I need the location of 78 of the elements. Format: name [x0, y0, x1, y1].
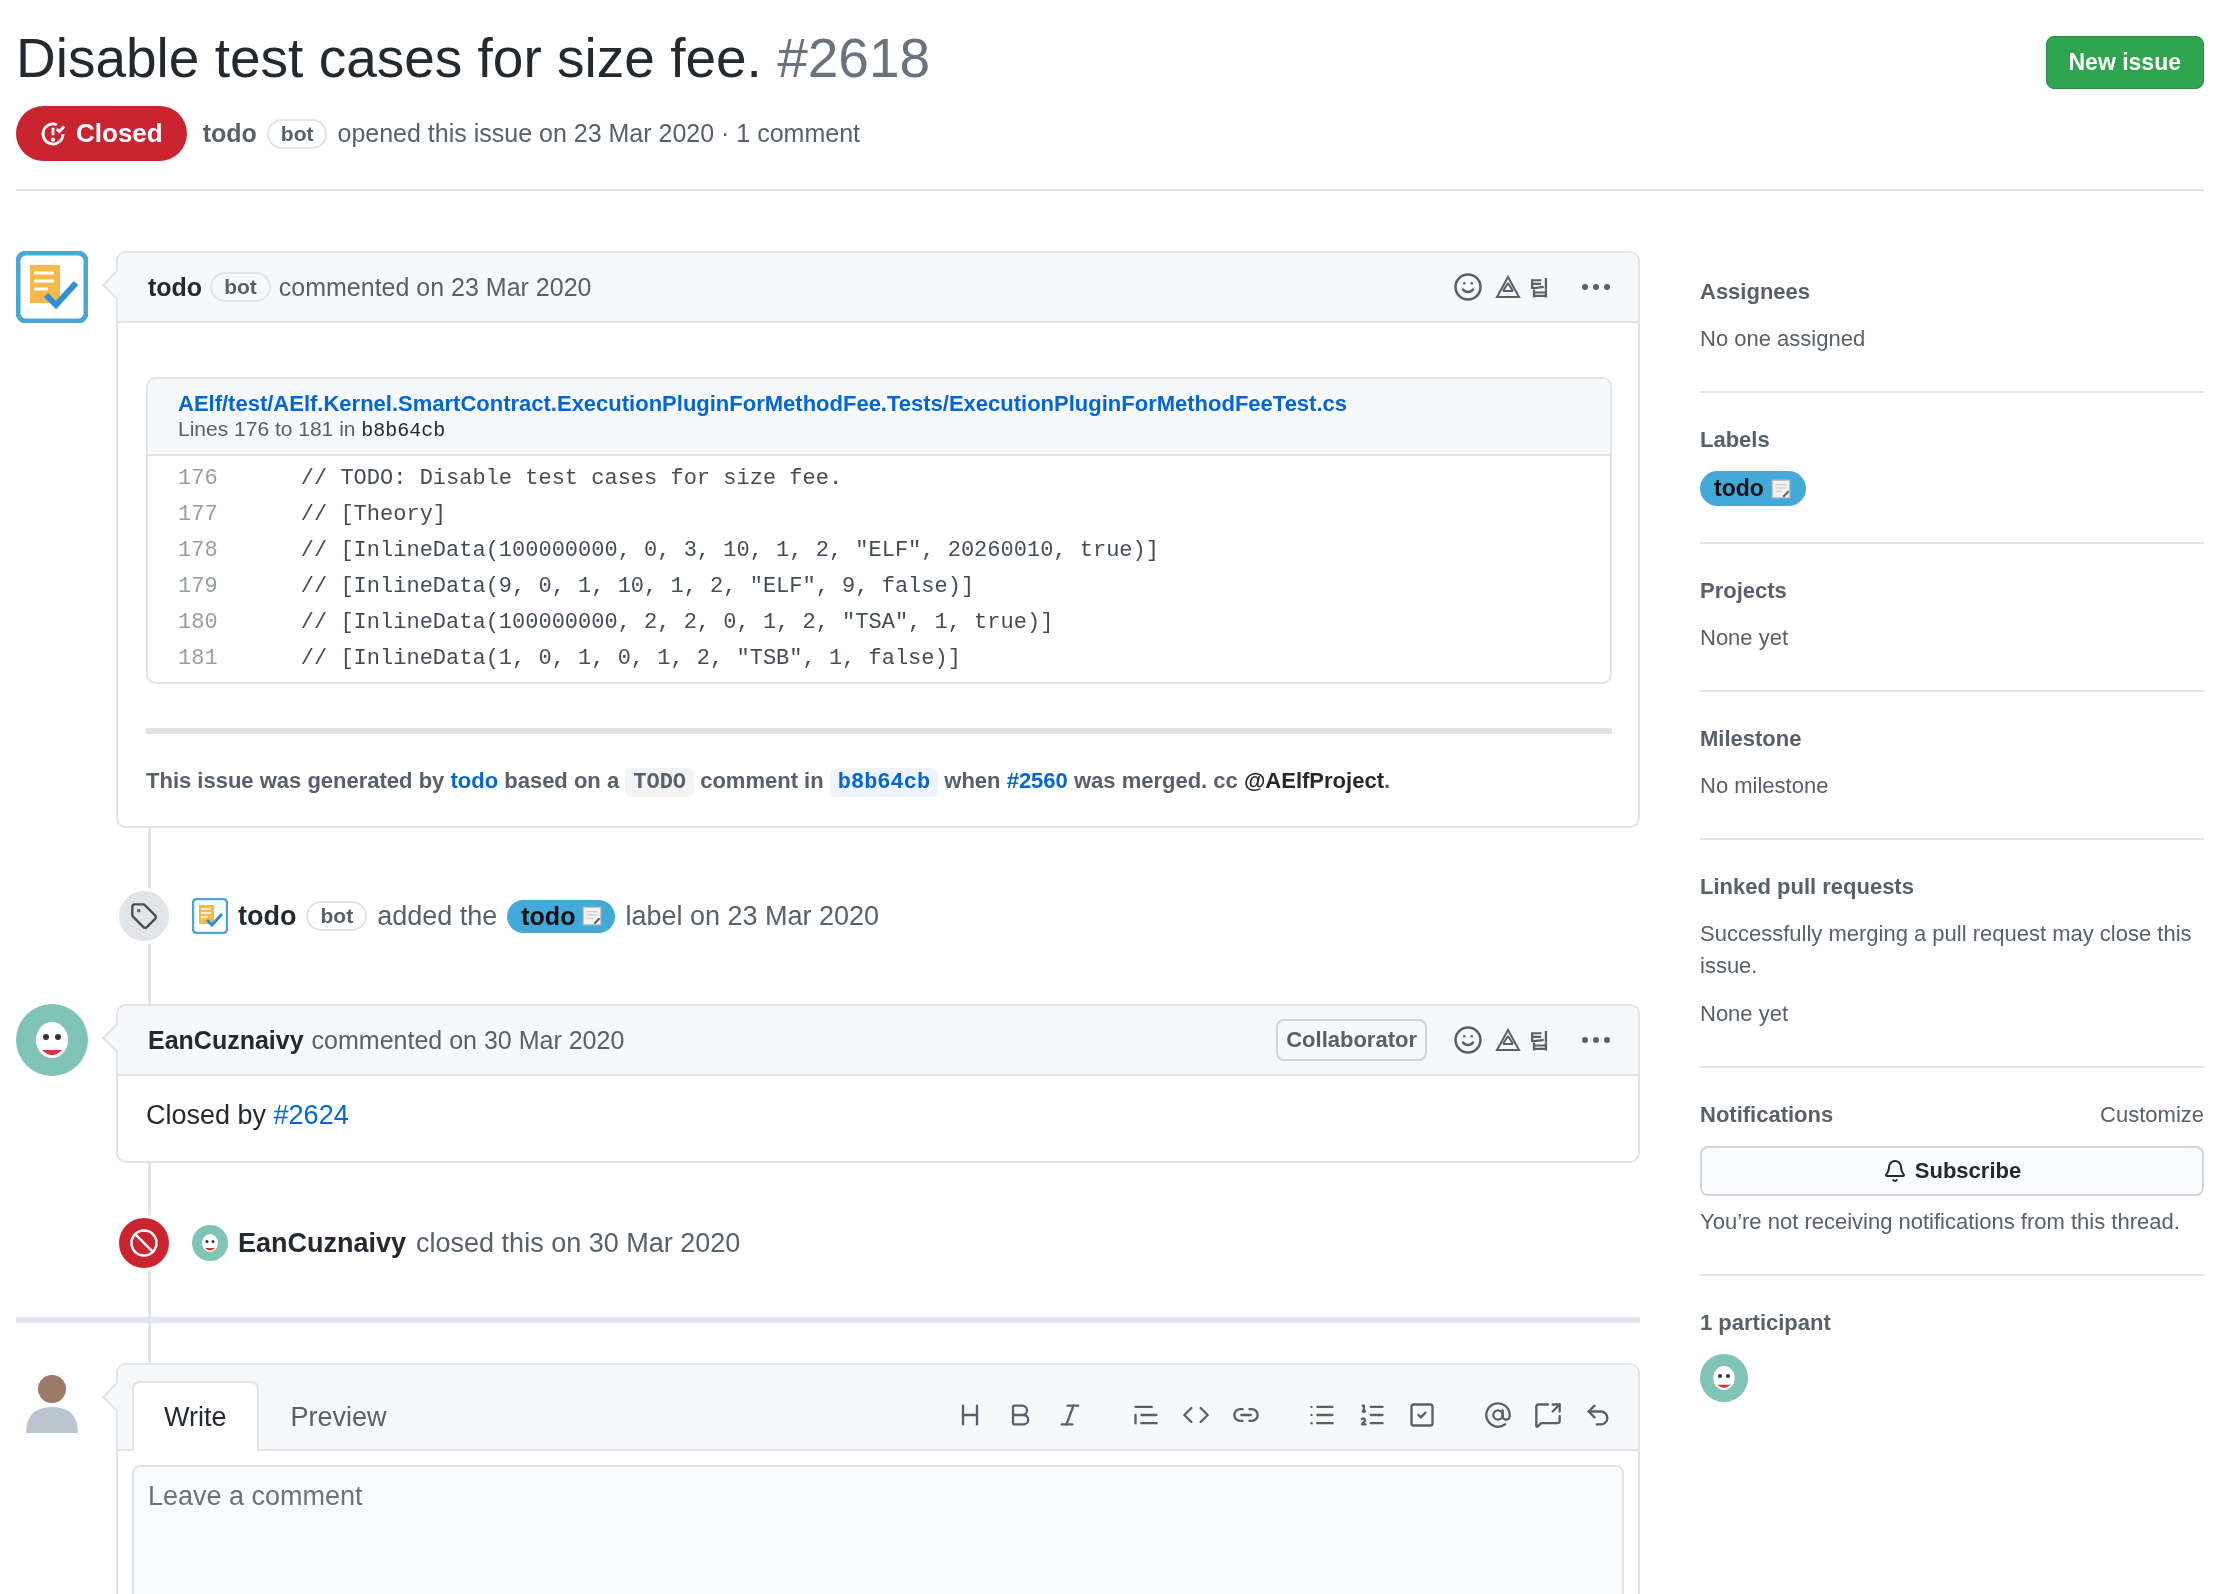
author-link[interactable]: todo — [148, 272, 203, 302]
tag-icon — [130, 902, 158, 930]
section-note: You’re not receiving notifications from this thread. — [1700, 1208, 2181, 1236]
line-number: 177 — [177, 501, 219, 527]
code-line: // [InlineData(9, 0, 1, 10, 1, 2, "ELF", 9, false)] — [299, 573, 975, 599]
mention-icon — [1484, 1401, 1512, 1429]
comment-text: Closed by #2624 — [146, 1100, 350, 1131]
section-heading: Linked pull requests — [1700, 874, 1914, 900]
event-text: closed this on 30 Mar 2020 — [416, 1227, 741, 1259]
triangle-icon — [1495, 275, 1521, 299]
collaborator-badge: Collaborator — [1276, 1019, 1427, 1061]
issue-meta: opened this issue on 23 Mar 2020 · 1 comment — [337, 119, 860, 148]
section-value: No one assigned — [1700, 325, 1867, 353]
author-link[interactable]: EanCuznaivy — [148, 1025, 304, 1055]
section-value: None yet — [1700, 1000, 1790, 1028]
line-number: 181 — [177, 645, 219, 671]
memo-icon — [581, 905, 604, 927]
customize-link[interactable]: Customize — [2100, 1102, 2204, 1128]
cartoon-avatar — [192, 1225, 228, 1261]
bot-badge: bot — [210, 272, 271, 302]
code-line: // [Theory] — [299, 501, 447, 527]
actor-link[interactable]: EanCuznaivy — [238, 1227, 407, 1259]
memo-icon — [1769, 477, 1792, 500]
bot-badge: bot — [266, 118, 328, 149]
editor-tab[interactable]: Preview — [258, 1381, 419, 1451]
todo-label[interactable]: todo — [507, 899, 616, 933]
code-line: // [InlineData(100000000, 0, 3, 10, 1, 2, "ELF", 20260010, true)] — [299, 537, 1159, 563]
section-value: No milestone — [1700, 772, 1830, 800]
bot-avatar — [192, 898, 228, 934]
code-line: // [InlineData(100000000, 2, 2, 0, 1, 2, "TSA", 1, true)] — [299, 609, 1054, 635]
comment-date: commented on 23 Mar 2020 — [278, 272, 592, 302]
section-value: None yet — [1700, 624, 1790, 652]
link[interactable]: todo — [450, 768, 499, 793]
more-icon — [1582, 284, 1610, 290]
section-heading: Notifications — [1700, 1102, 1834, 1128]
todo-label[interactable]: todo — [1700, 471, 1806, 506]
section-heading: Milestone — [1700, 726, 1802, 752]
mention-link[interactable]: @AElfProject — [1243, 768, 1384, 793]
link[interactable]: #2624 — [273, 1100, 349, 1130]
issue-title: Disable test cases for size fee. #2618 — [16, 26, 931, 91]
section-heading: 1 participant — [1700, 1310, 1831, 1336]
bot-avatar — [16, 251, 88, 323]
cross-reference-icon — [1534, 1401, 1562, 1429]
subscribe-button[interactable]: Subscribe — [1700, 1146, 2204, 1196]
ban-icon — [129, 1228, 159, 1258]
tip-label: 팁 — [1529, 1027, 1550, 1053]
tip-label: 팁 — [1529, 274, 1550, 300]
event-text: label on 23 Mar 2020 — [625, 900, 880, 932]
code-line: // TODO: Disable test cases for size fee. — [299, 465, 843, 491]
generated-note: This issue was generated by todo based on a TODO comment in b8b64cb when #2560 was merged. cc @AElfProject. — [146, 767, 1392, 799]
actor-link[interactable]: todo — [238, 900, 297, 932]
section-note: Successfully merging a pull request may close this issue. — [1700, 920, 2193, 980]
author-link[interactable]: todo — [202, 119, 257, 148]
more-icon — [1582, 1037, 1610, 1043]
line-number: 178 — [177, 537, 219, 563]
closed-status-badge: Closed — [16, 106, 187, 161]
line-range-text: Lines 176 to 181 in b8b64cb — [178, 417, 447, 442]
event-text: added the — [377, 900, 498, 932]
triangle-icon — [1495, 1028, 1521, 1052]
cartoon-avatar — [16, 1004, 88, 1076]
line-number: 180 — [177, 609, 219, 635]
line-number: 179 — [177, 573, 219, 599]
participant-avatar — [1700, 1354, 1748, 1402]
comment-input[interactable]: Leave a comment — [132, 1465, 1624, 1594]
section-heading: Assignees — [1700, 279, 1811, 305]
editor-tab[interactable]: Write — [132, 1381, 259, 1451]
link[interactable]: #2560 — [1006, 768, 1068, 793]
line-number: 176 — [177, 465, 219, 491]
smile-icon — [1453, 1025, 1483, 1055]
smile-icon — [1453, 272, 1483, 302]
comment-date: commented on 30 Mar 2020 — [311, 1025, 625, 1055]
bell-icon — [1882, 1159, 1907, 1183]
section-heading: Labels — [1700, 427, 1770, 453]
section-heading: Projects — [1700, 578, 1787, 604]
bot-badge: bot — [306, 901, 368, 931]
task-list-icon — [1408, 1401, 1436, 1429]
code-line: // [InlineData(1, 0, 1, 0, 1, 2, "TSB", 1, false)] — [299, 645, 961, 671]
file-path-link[interactable]: AElf/test/AElf.Kernel.SmartContract.ExecutionPluginForMethodFee.Tests/ExecutionPluginForMethodFeeTest.cs — [178, 391, 1580, 417]
